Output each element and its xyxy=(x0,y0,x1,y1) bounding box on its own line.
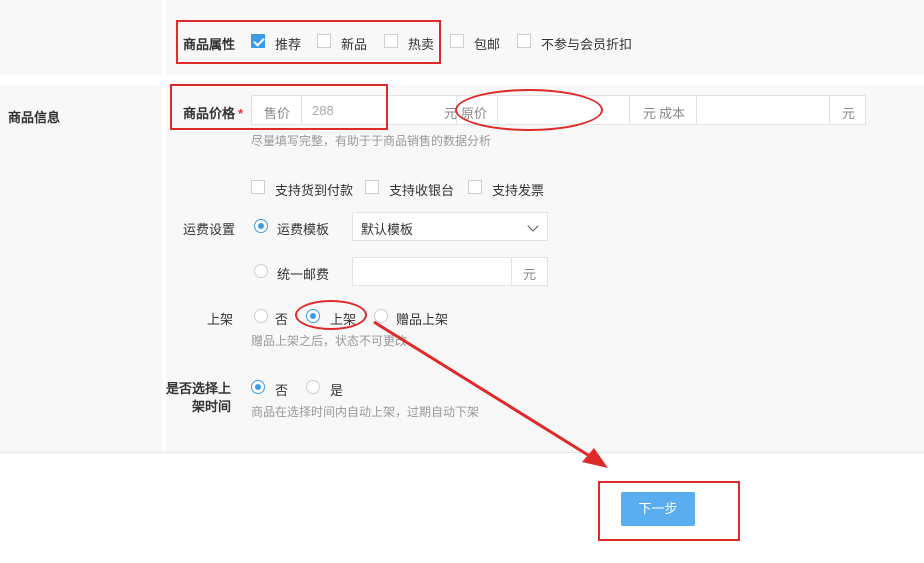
annotation-box xyxy=(598,481,740,541)
annotation-arrow xyxy=(373,320,608,468)
